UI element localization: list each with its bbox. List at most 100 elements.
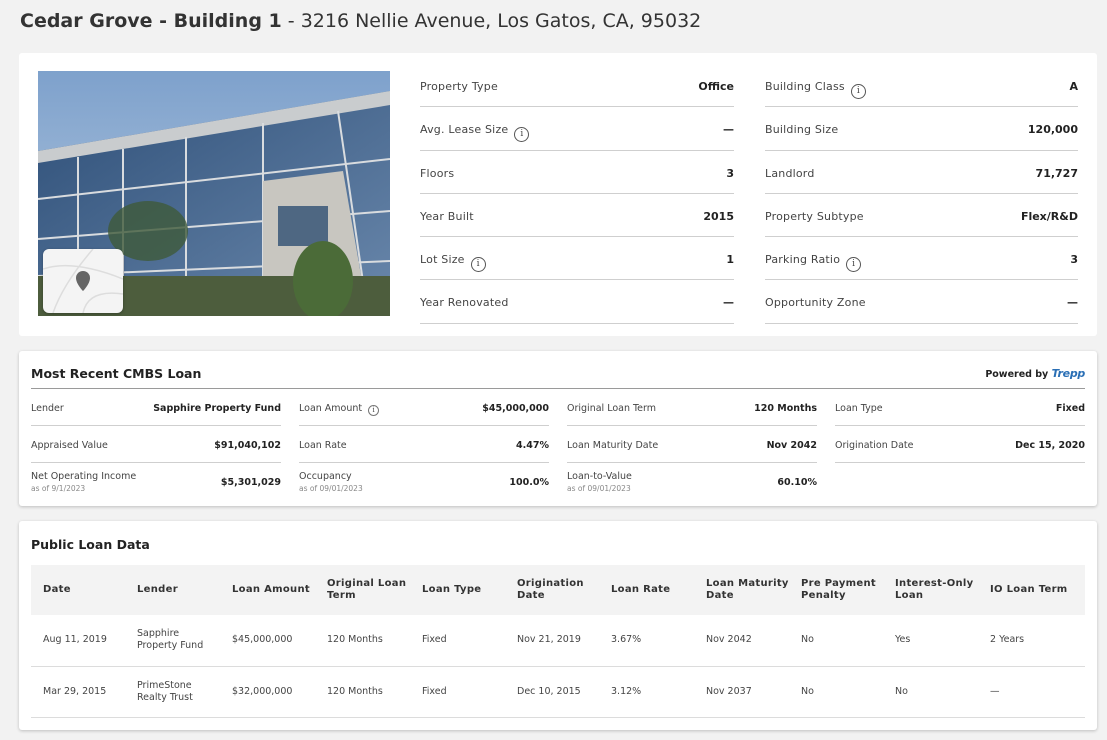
column-header[interactable]: Loan Maturity Date [694,565,789,615]
table-cell: No [883,666,978,718]
loan-amount-value: $45,000,000 [482,403,549,414]
avg-lease-size-value: — [723,123,734,137]
table-cell: Dec 10, 2015 [505,666,599,718]
parking-ratio-label: Parking Ratio [765,253,841,267]
map-thumbnail[interactable] [43,249,123,313]
year-built-value: 2015 [703,209,734,223]
table-cell: 3.12% [599,666,694,718]
table-cell: No [789,666,883,718]
occupancy-as-of: as of 09/01/2023 [299,484,363,493]
column-header[interactable]: Interest-Only Loan [883,565,978,615]
ltv-label: Loan-to-Value [567,471,632,482]
table-row[interactable]: Aug 11, 2019 Sapphire Property Fund $45,… [31,615,1085,667]
origination-date-value: Dec 15, 2020 [1015,440,1085,451]
column-header[interactable]: Loan Rate [599,565,694,615]
table-cell: $45,000,000 [220,615,315,667]
column-header[interactable]: Lender [125,565,220,615]
occupancy-label: Occupancy [299,471,352,482]
column-header[interactable]: Pre Payment Penalty [789,565,883,615]
trepp-logo: Trepp [1051,367,1086,380]
property-row: Opportunity Zone — [765,280,1078,324]
table-cell: 120 Months [315,615,410,667]
table-cell: Mar 29, 2015 [31,666,125,718]
info-icon[interactable]: i [514,127,530,143]
info-icon[interactable]: i [850,84,866,99]
building-name: Cedar Grove - Building 1 [20,10,282,32]
public-loan-table: Date Lender Loan Amount Original Loan Te… [31,565,1085,718]
loan-amount-label: Loan Amount [299,403,363,414]
table-cell: Nov 2037 [694,666,789,718]
lot-size-value: 1 [726,253,734,267]
info-icon[interactable]: i [368,405,380,416]
table-cell: 2 Years [978,615,1085,667]
column-header[interactable]: Loan Type [410,565,505,615]
loan-maturity-date-value: Nov 2042 [766,440,817,451]
powered-by-label: Powered by [985,369,1049,380]
building-class-value: A [1069,80,1078,93]
origination-date-label: Origination Date [835,440,914,451]
property-details-left: Property Type Office Avg. Lease Size i — Fl… [420,64,734,324]
map-pin-icon [43,249,123,313]
table-cell: Fixed [410,615,505,667]
table-cell: — [978,666,1085,718]
property-row: Building Size 120,000 [765,107,1078,151]
property-subtype-label: Property Subtype [765,209,864,223]
table-cell: 3.67% [599,615,694,667]
info-icon[interactable]: i [470,257,486,273]
property-row: Building Class i A [765,64,1078,108]
table-cell: Fixed [410,666,505,718]
column-header[interactable]: IO Loan Term [978,565,1085,615]
floors-label: Floors [420,166,455,180]
year-built-label: Year Built [420,209,474,223]
property-row: Year Renovated — [420,280,734,324]
year-renovated-value: — [723,296,734,310]
noi-label: Net Operating Income [31,471,137,482]
cmbs-field: Net Operating Income as of 9/1/2023 $5,301… [31,463,281,500]
loan-rate-label: Loan Rate [299,440,347,451]
ltv-value: 60.10% [777,477,817,488]
cmbs-field: Loan Type Fixed [835,389,1085,426]
table-cell: No [789,615,883,667]
loan-type-label: Loan Type [835,403,883,414]
cmbs-title: Most Recent CMBS Loan [31,366,202,381]
property-details-right: Building Class i A Building Size 120,000 La… [765,64,1078,324]
property-type-label: Property Type [420,80,498,93]
building-size-value: 120,000 [1027,123,1078,137]
loan-maturity-date-label: Loan Maturity Date [567,440,659,451]
column-header[interactable]: Origination Date [505,565,599,615]
column-header[interactable]: Loan Amount [220,565,315,615]
info-icon[interactable]: i [846,257,862,273]
year-renovated-label: Year Renovated [420,296,509,310]
original-loan-term-label: Original Loan Term [567,403,657,414]
floors-value: 3 [726,166,734,180]
appraised-value-label: Appraised Value [31,440,108,451]
property-row: Parking Ratio i 3 [765,237,1078,281]
table-cell: Sapphire Property Fund [125,615,220,667]
table-cell: 120 Months [315,666,410,718]
loan-type-value: Fixed [1055,403,1085,414]
building-photo [38,71,390,316]
cmbs-field: Loan-to-Value as of 09/01/2023 60.10% [567,463,817,500]
column-header[interactable]: Date [31,565,125,615]
lender-label: Lender [31,403,64,414]
cmbs-loan-card: Most Recent CMBS Loan Powered by Trepp L… [19,351,1097,506]
lot-size-label: Lot Size [420,253,465,267]
noi-value: $5,301,029 [220,477,281,488]
cmbs-field: Loan Rate 4.47% [299,426,549,463]
table-cell: Nov 2042 [694,615,789,667]
cmbs-field: Lender Sapphire Property Fund [31,389,281,426]
cmbs-field: Occupancy as of 09/01/2023 100.0% [299,463,549,500]
cmbs-field: Loan Maturity Date Nov 2042 [567,426,817,463]
avg-lease-size-label: Avg. Lease Size [420,123,509,137]
table-row[interactable]: Mar 29, 2015 PrimeStone Realty Trust $32… [31,666,1085,718]
noi-as-of: as of 9/1/2023 [31,484,86,493]
loan-rate-value: 4.47% [516,440,549,451]
opportunity-zone-value: — [1067,296,1078,310]
table-cell: Nov 21, 2019 [505,615,599,667]
table-cell: Yes [883,615,978,667]
building-size-label: Building Size [765,123,839,137]
public-loan-data-card: Public Loan Data Date Lender Loan Amount… [19,521,1097,730]
table-cell: PrimeStone Realty Trust [125,666,220,718]
original-loan-term-value: 120 Months [754,403,817,414]
column-header[interactable]: Original Loan Term [315,565,410,615]
